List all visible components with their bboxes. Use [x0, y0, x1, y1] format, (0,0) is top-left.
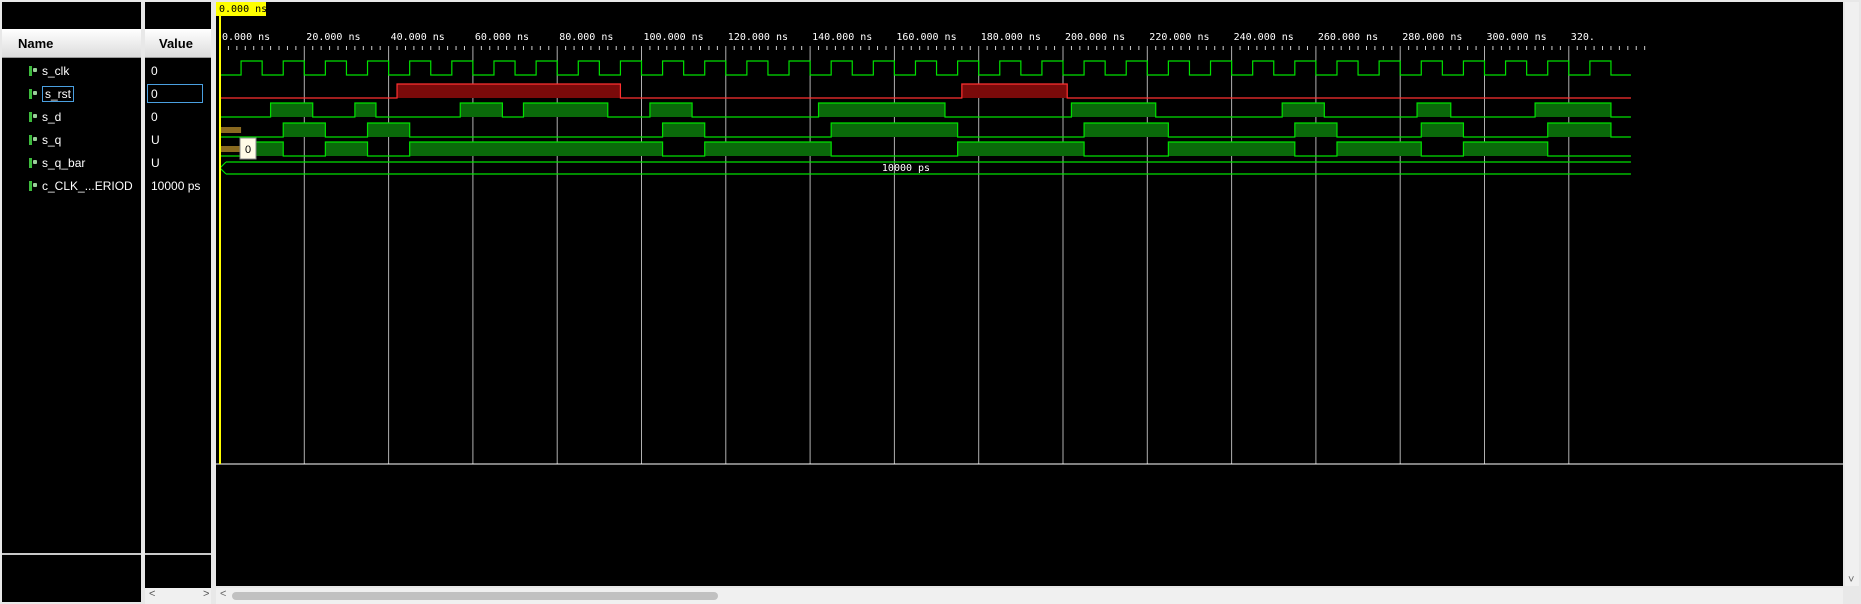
signal-row-s-q[interactable]: s_q — [2, 128, 141, 151]
signal-icon — [28, 180, 38, 192]
signal-name: s_clk — [42, 63, 70, 78]
signal-row-s-rst[interactable]: s_rst — [2, 82, 141, 105]
s-q-bar-wave-fill — [1336, 142, 1422, 156]
waveform-window: Name s_clk s_rst s_d s_q s_q_bar c_CLK_.… — [0, 0, 1861, 604]
s-clk-wave — [220, 60, 1631, 76]
s-d-wave-fill — [1535, 103, 1611, 117]
s-d-wave-fill — [354, 103, 376, 117]
signal-name: s_q — [42, 132, 62, 147]
signal-value: 0 — [147, 84, 203, 103]
time-tick-label: 260.000 ns — [1318, 32, 1378, 43]
signal-row-s-d[interactable]: s_d — [2, 105, 141, 128]
signal-value: 0 — [151, 63, 158, 78]
s-d-wave-fill — [1282, 103, 1325, 117]
time-tick-label: 0.000 ns — [222, 32, 270, 43]
signal-value: 0 — [151, 109, 158, 124]
time-tick-label: 20.000 ns — [306, 32, 360, 43]
signal-row-s-q-bar[interactable]: s_q_bar — [2, 151, 141, 174]
vertical-scrollbar[interactable]: ˅ — [1845, 2, 1859, 586]
period-bus-label: 10000 ps — [882, 163, 930, 174]
waveform-pane[interactable]: 0.000 ns 20.000 ns 40.000 ns 60.000 ns 80.00… — [216, 2, 1843, 586]
signal-icon — [28, 134, 38, 146]
s-rst-wave-fill — [397, 84, 621, 98]
s-d-wave-fill — [1417, 103, 1451, 117]
signal-value-pane: Value 0 0 0 U U 10000 ps — [145, 2, 211, 602]
pane-divider — [2, 553, 141, 555]
scroll-left-arrow-icon[interactable]: < — [220, 588, 226, 600]
scroll-right-arrow-icon[interactable]: > — [203, 588, 209, 600]
cursor-value-tooltip-text: 0 — [245, 144, 251, 156]
time-tick-label: 140.000 ns — [812, 32, 872, 43]
signal-value: U — [151, 132, 160, 147]
signal-icon — [28, 111, 38, 123]
time-tick-label: 320. — [1571, 32, 1595, 43]
s-q-bar-wave-fill — [1168, 142, 1295, 156]
s-q-wave-fill — [1421, 123, 1464, 137]
s-q-wave-fill — [1084, 123, 1169, 137]
s-q-wave-fill — [367, 123, 410, 137]
signal-row-c-clk-period[interactable]: c_CLK_...ERIOD — [2, 174, 141, 197]
signal-name: s_rst — [42, 85, 75, 102]
time-tick-label: 100.000 ns — [644, 32, 704, 43]
name-pane-top — [2, 2, 141, 26]
scroll-left-arrow-icon[interactable]: < — [149, 588, 155, 600]
s-q-bar-wave-fill — [957, 142, 1085, 156]
time-tick-label: 160.000 ns — [896, 32, 956, 43]
cursor-time-label: 0.000 ns — [219, 4, 267, 15]
s-d-wave-fill — [460, 103, 503, 117]
s-q-wave-fill — [831, 123, 958, 137]
signal-name: s_d — [42, 109, 62, 124]
signal-value-row: 0 — [145, 82, 211, 105]
horizontal-scrollbar[interactable]: < — [216, 588, 1843, 604]
name-column-header[interactable]: Name — [2, 29, 141, 58]
time-tick-label: 200.000 ns — [1065, 32, 1125, 43]
s-q-wave-fill — [283, 123, 326, 137]
signal-value: U — [151, 155, 160, 170]
time-tick-label: 220.000 ns — [1149, 32, 1209, 43]
signal-icon — [28, 157, 38, 169]
signal-row-s-clk[interactable]: s_clk — [2, 59, 141, 82]
time-tick-label: 240.000 ns — [1234, 32, 1294, 43]
s-d-wave-fill — [649, 103, 693, 117]
s-q-bar-wave-fill — [704, 142, 832, 156]
signal-icon — [28, 65, 38, 77]
s-q-bar-wave-fill — [1463, 142, 1548, 156]
scrollbar-thumb[interactable] — [232, 592, 718, 600]
s-q-wave-fill — [1294, 123, 1337, 137]
time-tick-label: 80.000 ns — [559, 32, 613, 43]
time-tick-label: 300.000 ns — [1487, 32, 1547, 43]
time-tick-label: 180.000 ns — [981, 32, 1041, 43]
value-column-header[interactable]: Value — [145, 29, 211, 58]
signal-name: s_q_bar — [42, 155, 86, 170]
s-q-bar-wave-fill — [325, 142, 368, 156]
time-tick-label: 120.000 ns — [728, 32, 788, 43]
s-q-wave-fill — [662, 123, 705, 137]
signal-icon — [28, 88, 38, 100]
s-q-bar-wave-fill — [409, 142, 663, 156]
undefined-value-marker — [220, 146, 242, 152]
s-q-wave-fill — [1547, 123, 1611, 137]
time-tick-label: 60.000 ns — [475, 32, 529, 43]
value-pane-scrollbar[interactable]: < > — [145, 588, 211, 604]
time-tick-label: 40.000 ns — [391, 32, 445, 43]
s-d-wave-fill — [270, 103, 313, 117]
scroll-down-arrow-icon[interactable]: ˅ — [1848, 574, 1854, 586]
undefined-value-marker — [220, 127, 242, 133]
s-rst-wave-fill — [961, 84, 1068, 98]
time-tick-label: 280.000 ns — [1402, 32, 1462, 43]
pane-divider — [145, 553, 211, 555]
s-d-wave-fill — [1071, 103, 1156, 117]
signal-value: 10000 ps — [151, 178, 201, 193]
waveform-canvas[interactable]: 0.000 ns 20.000 ns 40.000 ns 60.000 ns 80.00… — [216, 2, 1843, 586]
signal-name-pane: Name s_clk s_rst s_d s_q s_q_bar c_CLK_.… — [2, 2, 141, 602]
s-d-wave-fill — [523, 103, 608, 117]
signal-name: c_CLK_...ERIOD — [42, 178, 133, 193]
s-d-wave-fill — [818, 103, 945, 117]
